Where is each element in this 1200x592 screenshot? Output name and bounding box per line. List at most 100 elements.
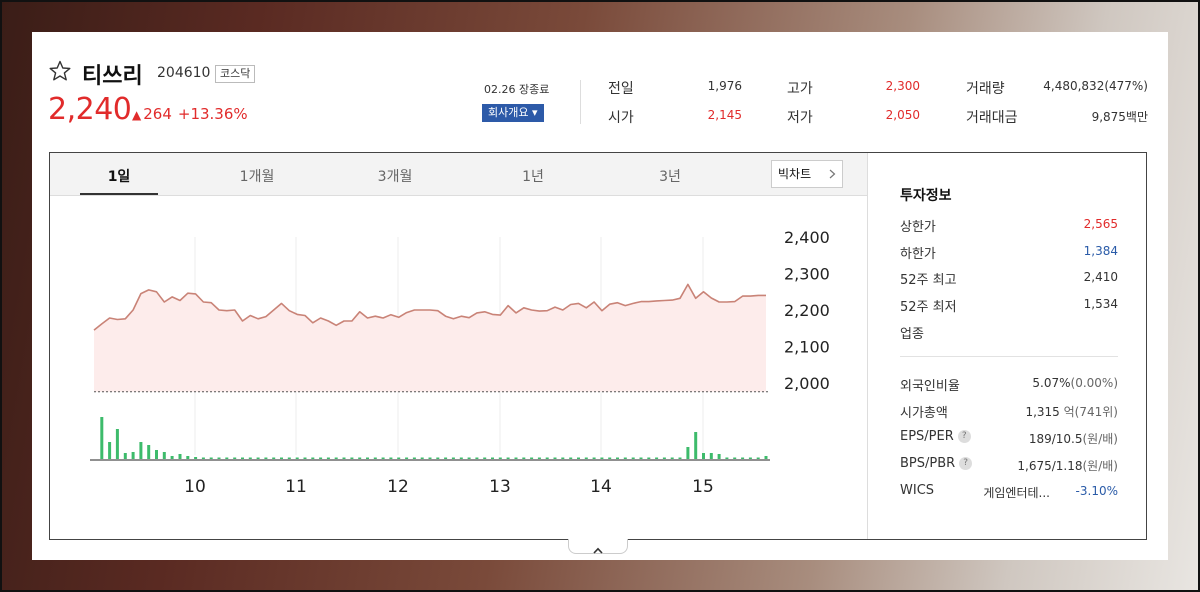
volume-bar [280, 457, 283, 459]
y-tick-label: 2,100 [784, 338, 830, 357]
low-label: 저가 [787, 110, 813, 126]
tab-1day[interactable]: 1일 [80, 166, 158, 186]
stock-code: 204610 [157, 65, 211, 81]
volume-bar [225, 457, 229, 459]
volume-bar [397, 457, 401, 459]
volume-bar [506, 457, 510, 459]
volume-bar [662, 457, 666, 459]
volume-bar [678, 457, 682, 459]
lower-limit-value: 1,384 [1083, 244, 1118, 258]
volume-value: 4,480,832(477%) [1043, 79, 1148, 93]
high-52w-value: 2,410 [1083, 270, 1118, 284]
wics-label: WICS [900, 483, 935, 498]
trade-amount-label: 거래대금 [966, 110, 1018, 126]
market-cap-rank: 억(741위) [1063, 405, 1118, 419]
volume-bar [405, 457, 409, 459]
volume-bar [647, 457, 651, 459]
tab-3years[interactable]: 3년 [631, 166, 709, 186]
wics-row: WICS 게임엔터테... -3.10% [900, 483, 1118, 503]
tab-3months[interactable]: 3개월 [356, 166, 434, 186]
company-overview-button[interactable]: 회사개요 ▾ [482, 104, 544, 122]
x-tick-label: 14 [590, 477, 612, 497]
market-cap-label: 시가총액 [900, 406, 948, 421]
big-chart-button[interactable]: 빅차트 [771, 160, 843, 188]
volume-bar [233, 457, 237, 459]
big-chart-label: 빅차트 [778, 167, 812, 181]
help-icon[interactable]: ? [959, 457, 973, 470]
volume-label: 거래량 [966, 81, 1005, 97]
volume-bar [498, 457, 502, 459]
chevron-up-icon [593, 547, 603, 554]
change-percent: +13.36% [177, 105, 248, 123]
volume-bar [553, 457, 557, 459]
volume-bar [287, 457, 291, 459]
volume-bar [545, 457, 549, 459]
open-label: 시가 [608, 110, 634, 126]
volume-bar [115, 429, 119, 459]
volume-bar [655, 457, 659, 459]
volume-bar [319, 457, 323, 459]
star-icon[interactable] [48, 59, 72, 83]
market-cap-row: 시가총액 1,315 억(741위) [900, 402, 1118, 422]
eps-per-label: EPS/PER [900, 429, 954, 444]
volume-bar [569, 457, 573, 459]
volume-bar [608, 457, 612, 459]
volume-bar [639, 457, 643, 459]
foreign-ratio-change: (0.00%) [1070, 376, 1118, 390]
low-52w-row: 52주 최저 1,534 [900, 296, 1118, 316]
stock-card: 티쓰리 204610 코스닥 2,240 ▲ 264 +13.36% 02.26 장… [32, 32, 1168, 560]
eps-per-unit: (원/배) [1082, 432, 1119, 446]
volume-bar [616, 457, 619, 459]
market-cap-number: 1,315 [1025, 405, 1060, 419]
bps-pbr-unit: (원/배) [1082, 459, 1119, 473]
high-value: 2,300 [885, 79, 920, 93]
wics-industry-link[interactable]: 게임엔터테... [983, 484, 1050, 501]
volume-bar [670, 457, 674, 459]
volume-bar [209, 457, 213, 459]
volume-bar [561, 457, 565, 459]
help-icon[interactable]: ? [957, 430, 971, 443]
volume-bar [725, 457, 729, 459]
volume-bar [733, 457, 737, 459]
volume-bar [131, 452, 135, 459]
stock-name: 티쓰리 [82, 64, 143, 89]
wics-change-value: -3.10% [1075, 484, 1118, 498]
eps-per-number: 189/10.5 [1028, 432, 1083, 446]
volume-bar [444, 457, 448, 459]
collapse-button[interactable] [568, 539, 628, 554]
x-tick-label: 13 [489, 477, 511, 497]
y-tick-label: 2,200 [784, 301, 830, 320]
foreign-ratio-row: 외국인비율 5.07%(0.00%) [900, 375, 1118, 395]
volume-bar [303, 457, 307, 459]
tab-1month[interactable]: 1개월 [218, 166, 296, 186]
foreign-ratio-number: 5.07% [1032, 376, 1071, 390]
volume-bar [178, 454, 182, 459]
volume-bar [686, 447, 690, 459]
volume-bar [514, 457, 518, 459]
x-tick-label: 10 [184, 477, 206, 497]
volume-bar [100, 417, 104, 459]
x-tick-label: 12 [387, 477, 409, 497]
bps-pbr-label: BPS/PBR [900, 456, 956, 471]
volume-bar [326, 457, 330, 459]
high-52w-label: 52주 최고 [900, 273, 957, 288]
eps-per-row: EPS/PER? 189/10.5(원/배) [900, 429, 1118, 449]
high-label: 고가 [787, 81, 813, 97]
volume-bar [412, 457, 416, 459]
volume-bar [436, 457, 440, 459]
volume-bar [170, 456, 174, 459]
upper-limit-label: 상한가 [900, 220, 936, 235]
volume-bar [358, 457, 362, 459]
low-52w-value: 1,534 [1083, 297, 1118, 311]
period-tabs: 1일 1개월 3개월 1년 3년 빅차트 [50, 153, 867, 196]
foreign-ratio-label: 외국인비율 [900, 379, 960, 394]
volume-bar [108, 442, 112, 459]
volume-bar [155, 450, 158, 459]
tab-1year[interactable]: 1년 [494, 166, 572, 186]
volume-bar [241, 457, 244, 459]
volume-bar [186, 456, 190, 459]
upper-limit-row: 상한가 2,565 [900, 216, 1118, 236]
volume-bar [194, 457, 198, 459]
foreign-ratio-value: 5.07%(0.00%) [1032, 376, 1118, 390]
up-arrow-icon: ▲ [132, 108, 142, 122]
